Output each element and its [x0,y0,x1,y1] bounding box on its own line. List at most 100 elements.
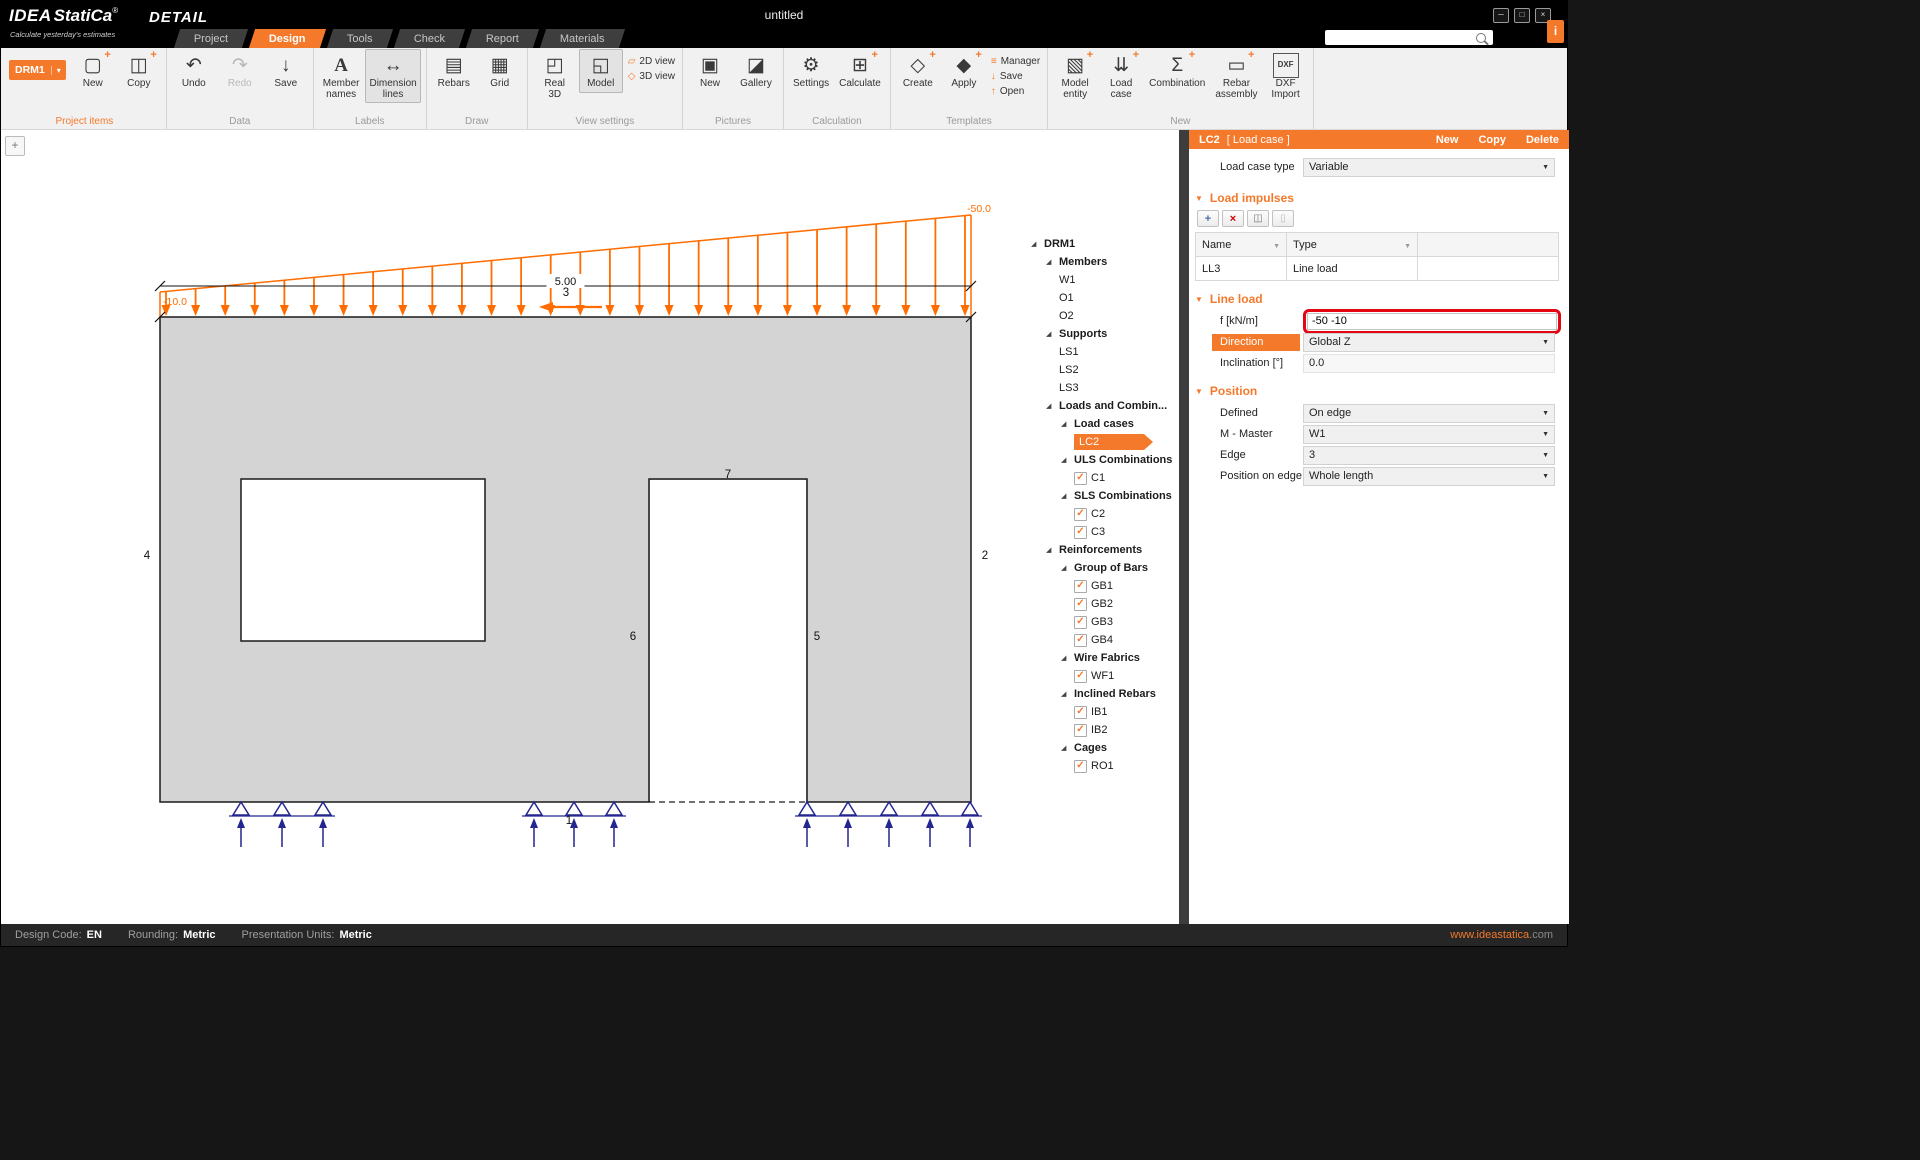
tree-expand-icon[interactable]: ◢ [1046,330,1059,338]
tree-expand-icon[interactable]: ◢ [1046,258,1059,266]
load-case-type-dropdown[interactable]: Variable ▼ [1303,158,1555,177]
button-grid[interactable]: ▦Grid [478,49,522,93]
tree-item-ib2[interactable]: ✓IB2 [1029,721,1179,739]
button-redo[interactable]: ↷Redo [218,49,262,93]
button-model-entity[interactable]: ▧+Model entity [1053,49,1097,103]
maximize-button[interactable]: □ [1514,8,1530,23]
button-calculate[interactable]: ⊞+Calculate [835,49,885,93]
button-gallery[interactable]: ◪Gallery [734,49,778,93]
project-item-selector[interactable]: DRM1▾ [9,60,66,80]
fit-view-button[interactable]: + [5,136,25,156]
f-value-input[interactable] [1307,313,1557,330]
tree-item-supports[interactable]: ◢Supports [1029,325,1179,343]
section-position[interactable]: ▼ Position [1195,384,1563,398]
edge-dropdown[interactable]: 3 ▼ [1303,446,1555,465]
tree-item-ls2[interactable]: LS2 [1029,361,1179,379]
button-manager[interactable]: ≡Manager [991,56,1040,67]
button-rebar-assembly[interactable]: ▭+Rebar assembly [1211,49,1261,103]
button-new[interactable]: ▢+New [71,49,115,93]
checkbox-checked-icon[interactable]: ✓ [1074,616,1087,629]
tree-item-drm1[interactable]: ◢DRM1 [1029,235,1179,253]
tree-item-group-of-bars[interactable]: ◢Group of Bars [1029,559,1179,577]
checkbox-checked-icon[interactable]: ✓ [1074,472,1087,485]
search-input[interactable] [1329,31,1476,45]
button-create[interactable]: ◇+Create [896,49,940,93]
tree-item-wf1[interactable]: ✓WF1 [1029,667,1179,685]
section-line-load[interactable]: ▼ Line load [1195,292,1563,306]
delete-impulse-button[interactable]: × [1222,210,1244,227]
button-load-case[interactable]: ⇊+Load case [1099,49,1143,103]
button-dimension-lines[interactable]: ↔Dimension lines [365,49,420,103]
button-combination[interactable]: Σ+Combination [1145,49,1209,93]
website-link[interactable]: www.ideastatica.com [1450,929,1553,941]
minimize-button[interactable]: ─ [1493,8,1509,23]
button-new[interactable]: ▣New [688,49,732,93]
tree-expand-icon[interactable]: ◢ [1061,456,1074,464]
checkbox-checked-icon[interactable]: ✓ [1074,598,1087,611]
inclination-field[interactable]: 0.0 [1303,354,1555,373]
copy-load-case-button[interactable]: Copy [1478,134,1506,146]
column-header-type[interactable]: Type ▼ [1287,233,1418,257]
tree-item-w1[interactable]: W1 [1029,271,1179,289]
tree-item-gb2[interactable]: ✓GB2 [1029,595,1179,613]
tree-item-c3[interactable]: ✓C3 [1029,523,1179,541]
direction-dropdown[interactable]: Global Z ▼ [1303,333,1555,352]
add-impulse-button[interactable]: + [1197,210,1219,227]
button-2d-view[interactable]: ▱2D view [628,56,675,67]
tree-expand-icon[interactable]: ◢ [1061,654,1074,662]
feedback-button[interactable]: i [1547,20,1564,43]
tree-item-ls3[interactable]: LS3 [1029,379,1179,397]
tree-item-o2[interactable]: O2 [1029,307,1179,325]
checkbox-checked-icon[interactable]: ✓ [1074,508,1087,521]
checkbox-checked-icon[interactable]: ✓ [1074,670,1087,683]
tree-item-gb4[interactable]: ✓GB4 [1029,631,1179,649]
tree-item-reinforcements[interactable]: ◢Reinforcements [1029,541,1179,559]
button-rebars[interactable]: ▤Rebars [432,49,476,93]
tree-item-o1[interactable]: O1 [1029,289,1179,307]
button-3d-view[interactable]: ◇3D view [628,71,675,82]
tree-item-sls-combinations[interactable]: ◢SLS Combinations [1029,487,1179,505]
checkbox-checked-icon[interactable]: ✓ [1074,706,1087,719]
tree-expand-icon[interactable]: ◢ [1031,240,1044,248]
tree-item-members[interactable]: ◢Members [1029,253,1179,271]
button-undo[interactable]: ↶Undo [172,49,216,93]
tree-expand-icon[interactable]: ◢ [1046,402,1059,410]
tree-item-ib1[interactable]: ✓IB1 [1029,703,1179,721]
tree-item-ls1[interactable]: LS1 [1029,343,1179,361]
tree-item-load-cases[interactable]: ◢Load cases [1029,415,1179,433]
master-dropdown[interactable]: W1 ▼ [1303,425,1555,444]
impulse-row[interactable]: LL3 Line load [1196,257,1559,281]
tree-item-c1[interactable]: ✓C1 [1029,469,1179,487]
button-open[interactable]: ↑Open [991,86,1040,97]
button-dxf-import[interactable]: DXFDXF Import [1264,49,1308,103]
canvas-drawing[interactable]: -10.0-50.05.003427651 [1,130,1179,924]
filter-icon[interactable]: ▼ [1404,243,1411,250]
tree-item-c2[interactable]: ✓C2 [1029,505,1179,523]
tab-design[interactable]: Design [249,29,326,48]
checkbox-checked-icon[interactable]: ✓ [1074,724,1087,737]
panel-splitter[interactable] [1179,130,1189,924]
tree-item-lc2[interactable]: LC2 [1029,433,1179,451]
tree-item-ro1[interactable]: ✓RO1 [1029,757,1179,775]
filter-icon[interactable]: ▼ [1273,243,1280,250]
button-settings[interactable]: ⚙Settings [789,49,833,93]
search-icon[interactable] [1476,33,1486,43]
tree-item-cages[interactable]: ◢Cages [1029,739,1179,757]
tab-check[interactable]: Check [394,29,465,48]
defined-dropdown[interactable]: On edge ▼ [1303,404,1555,423]
button-model[interactable]: ◱Model [579,49,623,93]
tab-report[interactable]: Report [466,29,539,48]
tree-expand-icon[interactable]: ◢ [1061,690,1074,698]
new-load-case-button[interactable]: New [1436,134,1459,146]
button-copy[interactable]: ◫+Copy [117,49,161,93]
tree-item-gb1[interactable]: ✓GB1 [1029,577,1179,595]
delete-load-case-button[interactable]: Delete [1526,134,1559,146]
tree-expand-icon[interactable]: ◢ [1046,546,1059,554]
tree-expand-icon[interactable]: ◢ [1061,420,1074,428]
copy-impulse-button[interactable]: ◫ [1247,210,1269,227]
checkbox-checked-icon[interactable]: ✓ [1074,580,1087,593]
tree-expand-icon[interactable]: ◢ [1061,564,1074,572]
checkbox-checked-icon[interactable]: ✓ [1074,526,1087,539]
section-load-impulses[interactable]: ▼ Load impulses [1195,191,1563,205]
position-on-edge-dropdown[interactable]: Whole length ▼ [1303,467,1555,486]
